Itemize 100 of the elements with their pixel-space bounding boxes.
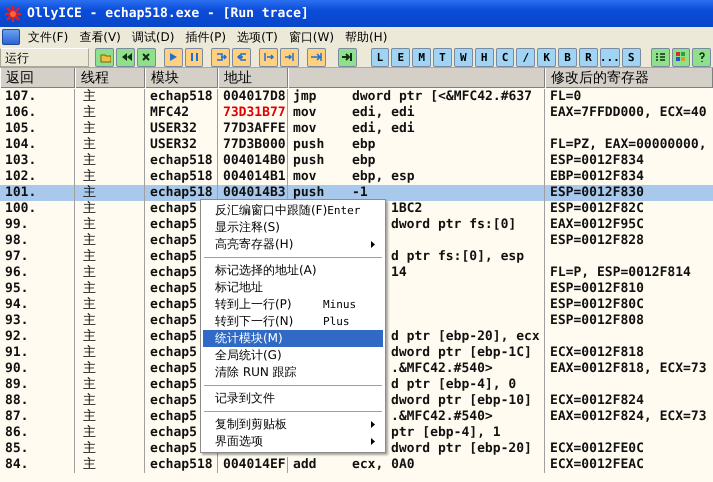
execute-button[interactable] [338,48,357,66]
step-number: 91. [0,345,75,361]
operand: d ptr [ebp-20], ecx [388,329,545,345]
step-number: 104. [0,137,75,153]
bug-icon [4,4,22,22]
step-number: 99. [0,217,75,233]
module-name: echap518 [145,457,218,473]
rewind-button[interactable] [116,48,135,66]
opcode: jmp [292,89,318,105]
thread-label: 主 [75,313,145,329]
menu-entry[interactable]: 统计模块(M) [203,330,383,347]
selected-row[interactable]: 101. 主 echap518 004014B3 push -1 ESP=0012F830 [0,185,713,201]
operand: .&MFC42.#540> [388,361,545,377]
list-button[interactable] [650,48,670,66]
menu-item[interactable]: 文件(F) [28,28,76,46]
step-button[interactable] [280,48,299,66]
register-changes: EAX=0012F824, ECX=73 [549,409,708,425]
menu-entry-label: 反汇编窗口中跟随(F) [215,202,328,219]
trace-row[interactable]: 103. 主 echap518 004014B0 push ebp ESP=0012F834 [0,153,713,169]
jump-icon [310,51,322,63]
step-number: 98. [0,233,75,249]
operand: ecx, 0A0 [352,457,545,473]
thread-label: 主 [75,185,145,201]
menu-item[interactable]: 帮助(H) [345,28,396,46]
trace-row[interactable]: 84. 主 echap518 004014EF add ecx, 0A0 ECX=0012FEAC [0,457,713,473]
operand: .&MFC42.#540> [388,409,545,425]
step-button[interactable] [232,48,252,66]
view-button[interactable]: E [391,48,410,66]
view-button[interactable]: R [578,48,598,66]
view-button[interactable]: L [370,48,390,66]
operand: dword ptr [ebp-1C] [388,345,545,361]
view-button[interactable]: K [537,48,556,66]
view-button[interactable]: H [474,48,494,66]
thread-label: 主 [75,345,145,361]
close-button[interactable] [136,48,156,66]
operand: 14 [388,265,545,281]
open-button[interactable] [95,48,114,66]
step-icon [262,51,275,63]
view-button[interactable]: M [412,48,432,66]
thread-label: 主 [75,297,145,313]
view-button[interactable]: T [433,48,452,66]
view-button[interactable]: S [622,48,641,66]
thread-label: 主 [75,409,145,425]
trace-row[interactable]: 106. 主 MFC42 73D31B77 mov edi, edi EAX=7FFDD000, ECX=40 [0,105,713,121]
thread-label: 主 [75,425,145,441]
step-number: 90. [0,361,75,377]
step-number: 94. [0,297,75,313]
operand: ebp [352,137,545,153]
view-button[interactable]: B [558,48,577,66]
register-changes: ECX=0012F824 [549,393,645,409]
opcode: mov [292,121,318,137]
window-title: OllyICE - echap518.exe - [Run trace] [27,6,309,21]
grid-button[interactable] [672,48,690,66]
shortcut-label: Plus [323,315,350,328]
register-changes: ESP=0012F828 [549,233,645,249]
step-number: 92. [0,329,75,345]
menu-item[interactable]: 选项(T) [237,28,286,46]
menu-item[interactable]: 插件(P) [185,28,234,46]
trace-row[interactable]: 107. 主 echap518 004017D8 jmp dword ptr [<&MFC42.#637 FL=0 [0,89,713,105]
operand: d ptr [ebp-4], 0 [388,377,545,393]
pause-button[interactable] [184,48,204,66]
shortcut-label: Minus [323,298,358,311]
help-button[interactable] [692,48,712,66]
operand: dword ptr [ebp-20] [388,441,545,457]
thread-label: 主 [75,265,145,281]
step-number: 87. [0,409,75,425]
operand: dword ptr [ebp-10] [388,393,545,409]
thread-label: 主 [75,281,145,297]
jump-button[interactable] [306,48,326,66]
window-icon[interactable] [2,29,20,45]
step-button[interactable] [211,48,230,66]
trace-row[interactable]: 105. 主 USER32 77D3AFFE mov edi, edi [0,121,713,137]
trace-row[interactable]: 104. 主 USER32 77D3B000 push ebp FL=PZ, EAX=00000000, [0,137,713,153]
module-name: USER32 [145,121,218,137]
address: 004014B0 [218,153,288,169]
step-number: 97. [0,249,75,265]
menu-entry-label: 复制到剪贴板 [215,416,288,433]
menu-entry-label: 界面选项 [215,433,264,450]
menu-entry-label: 记录到文件 [215,390,276,407]
view-button[interactable]: W [454,48,473,66]
thread-label: 主 [75,89,145,105]
menu-item[interactable]: 调试(D) [132,28,182,46]
register-changes: EAX=0012F95C [549,217,645,233]
step-button[interactable] [259,48,278,66]
view-button[interactable]: ... [600,48,620,66]
operand: dword ptr fs:[0] [388,217,545,233]
step-number: 86. [0,425,75,441]
menu-entry-label: 统计模块(M) [215,330,284,347]
menu-item[interactable]: 窗口(W) [288,28,342,46]
play-button[interactable] [164,48,183,66]
module-name: USER32 [145,137,218,153]
view-button[interactable]: / [516,48,536,66]
view-button[interactable]: C [496,48,514,66]
menu-item[interactable]: 查看(V) [79,28,129,46]
step-number: 93. [0,313,75,329]
thread-label: 主 [75,137,145,153]
register-changes: ESP=0012F810 [549,281,645,297]
thread-label: 主 [75,105,145,121]
thread-label: 主 [75,201,145,217]
operand: ebp [352,153,545,169]
